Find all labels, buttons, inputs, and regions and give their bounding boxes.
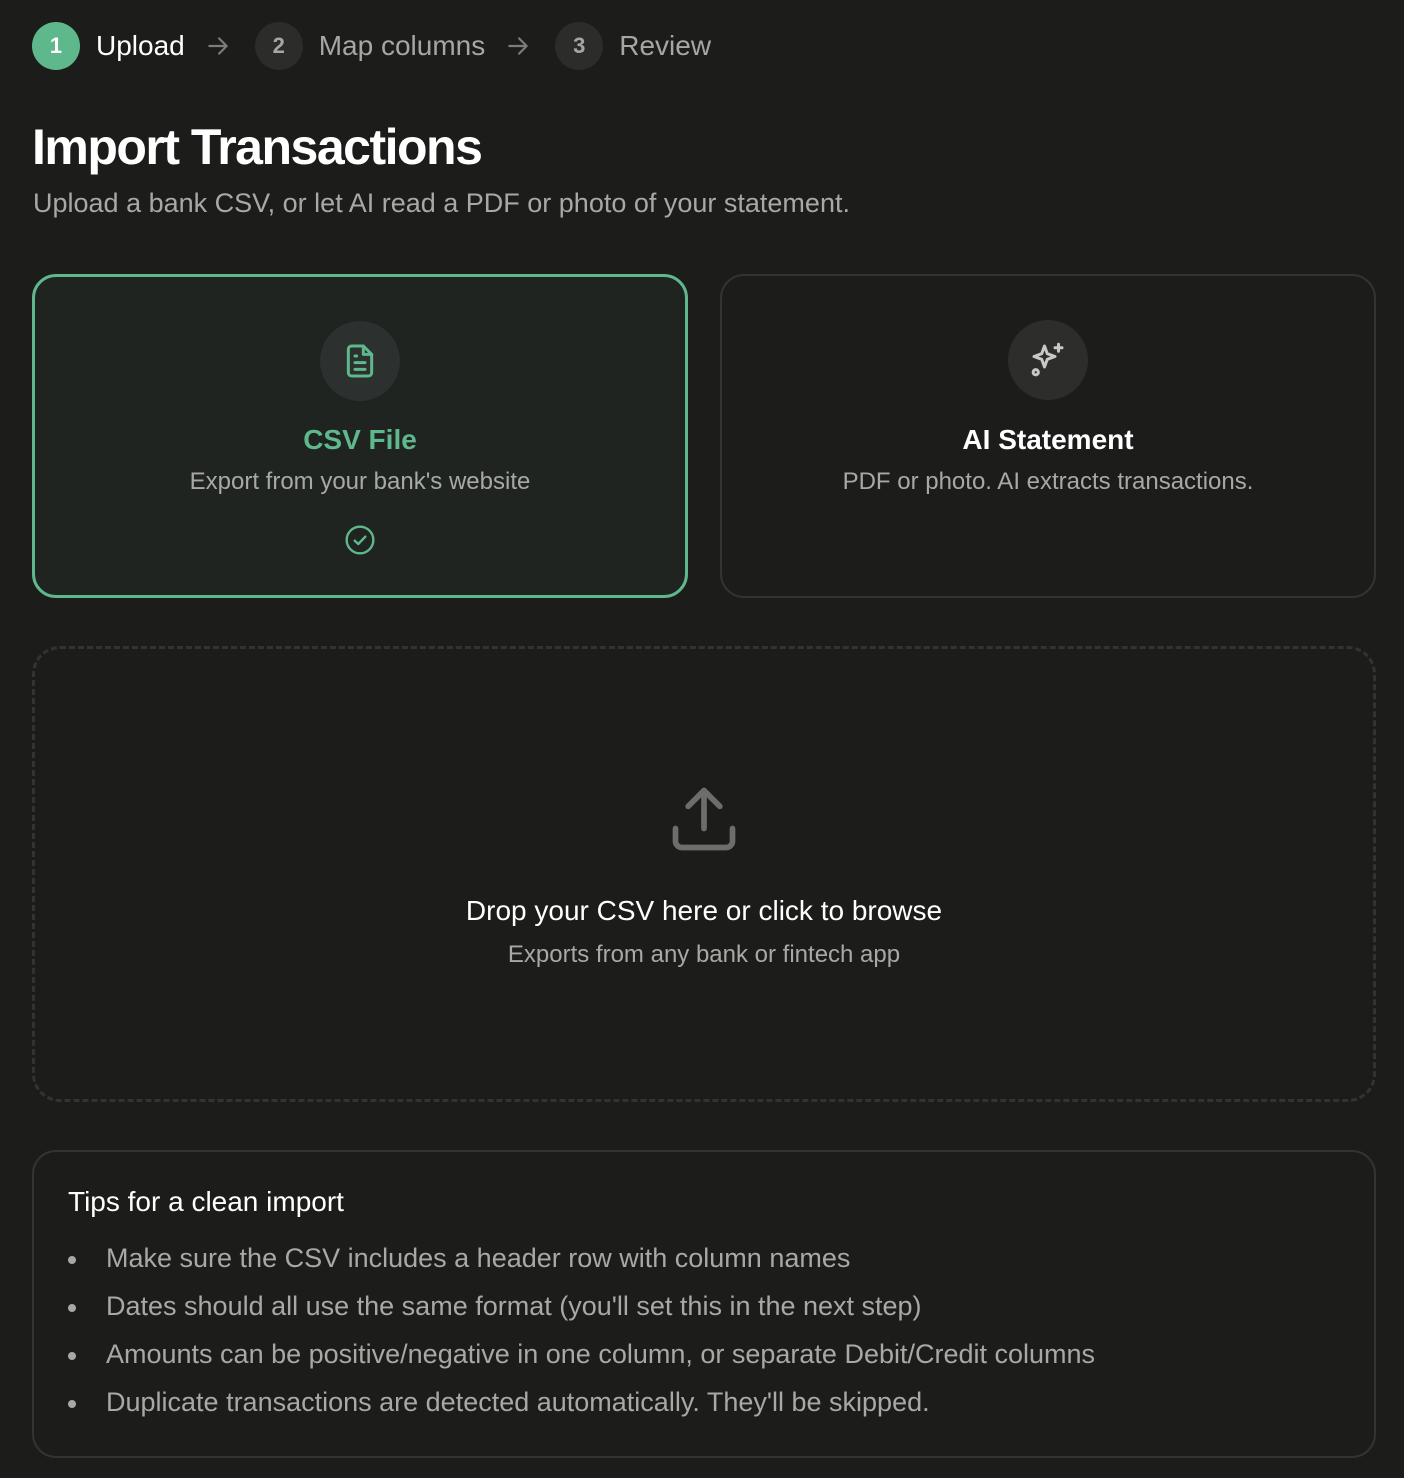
tip-item: Make sure the CSV includes a header row … — [68, 1234, 1340, 1282]
tips-panel: Tips for a clean import Make sure the CS… — [32, 1150, 1376, 1458]
tip-item: Amounts can be positive/negative in one … — [68, 1330, 1340, 1378]
ai-statement-option[interactable]: AI Statement PDF or photo. AI extracts t… — [720, 274, 1376, 598]
csv-dropzone[interactable]: Drop your CSV here or click to browse Ex… — [32, 646, 1376, 1102]
tips-list: Make sure the CSV includes a header row … — [68, 1234, 1340, 1426]
step-review[interactable]: 3 Review — [555, 22, 711, 70]
option-title: CSV File — [303, 424, 417, 455]
step-number: 3 — [555, 22, 604, 70]
sparkles-icon — [1008, 320, 1088, 400]
check-circle-icon — [344, 524, 376, 556]
step-label: Map columns — [318, 30, 486, 61]
step-map-columns[interactable]: 2 Map columns — [254, 22, 486, 70]
step-label: Upload — [96, 30, 185, 61]
file-text-icon — [320, 321, 400, 401]
arrow-right-icon — [205, 33, 231, 59]
csv-file-option[interactable]: CSV File Export from your bank's website — [32, 274, 688, 598]
stepper: 1 Upload 2 Map columns 3 Review — [32, 22, 711, 70]
import-page: 1 Upload 2 Map columns 3 Review Import T… — [0, 0, 1404, 1478]
option-description: Export from your bank's website — [189, 468, 531, 495]
dropzone-title: Drop your CSV here or click to browse — [465, 895, 943, 926]
import-method-options: CSV File Export from your bank's website… — [32, 274, 1376, 598]
tips-title: Tips for a clean import — [68, 1186, 344, 1217]
dropzone-subtitle: Exports from any bank or fintech app — [507, 941, 901, 968]
option-description: PDF or photo. AI extracts transactions. — [842, 468, 1254, 495]
tip-item: Dates should all use the same format (yo… — [68, 1282, 1340, 1330]
option-title: AI Statement — [962, 424, 1134, 455]
arrow-right-icon — [505, 33, 531, 59]
step-label: Review — [619, 30, 712, 61]
step-number: 2 — [254, 22, 303, 70]
tip-item: Duplicate transactions are detected auto… — [68, 1378, 1340, 1426]
step-upload[interactable]: 1 Upload — [32, 22, 185, 70]
page-subtitle: Upload a bank CSV, or let AI read a PDF … — [33, 188, 850, 218]
upload-icon — [666, 781, 742, 857]
step-number: 1 — [32, 22, 80, 70]
page-title: Import Transactions — [32, 119, 483, 175]
